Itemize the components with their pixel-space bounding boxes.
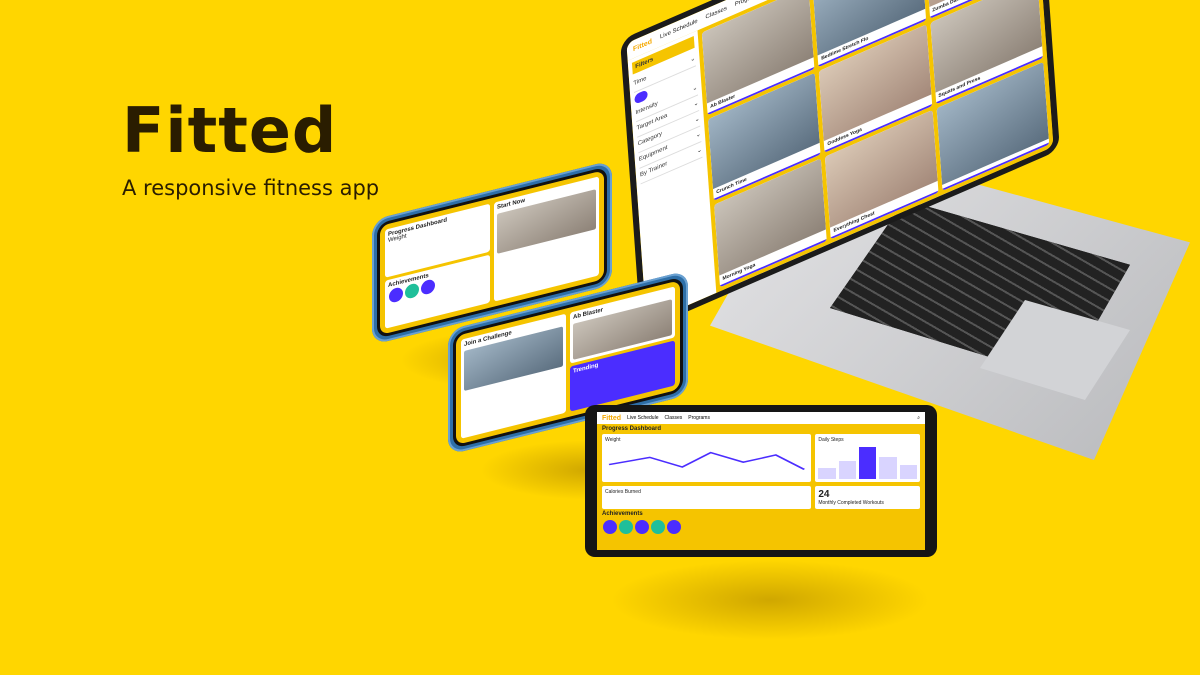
brand-title: Fitted (122, 94, 338, 167)
search-icon[interactable]: ⌕ (917, 415, 920, 421)
tablet-shadow (610, 560, 930, 640)
challenge-card[interactable]: Join a Challenge (461, 313, 566, 439)
steps-bar-chart (818, 443, 917, 479)
dashboard-title: Progress Dashboard (602, 426, 662, 432)
start-now-card[interactable]: Start Now (494, 176, 599, 302)
nav-classes[interactable]: Classes (664, 415, 682, 421)
workouts-widget[interactable]: 24 Monthly Completed Workouts (815, 486, 920, 509)
tablet-topbar: Fitted Live Schedule Classes Programs ⌕ (597, 412, 925, 424)
chevron-down-icon: ⌄ (693, 100, 699, 109)
laptop-device: Fitted Live Schedule Classes Programs Fi… (620, 0, 1200, 470)
chevron-down-icon: ⌄ (690, 55, 696, 64)
achievement-badges (597, 519, 925, 540)
chevron-down-icon: ⌄ (694, 115, 700, 124)
chevron-down-icon: ⌄ (695, 131, 702, 140)
calories-widget[interactable]: Calories Burned (602, 486, 812, 509)
chevron-down-icon: ⌄ (696, 146, 703, 155)
tablet-device: Fitted Live Schedule Classes Programs ⌕ … (585, 405, 937, 557)
brand-tagline: A responsive fitness app (122, 176, 380, 200)
hero: Fitted A responsive fitness app (122, 94, 380, 201)
weight-widget[interactable]: Weight (602, 434, 812, 482)
achievements-title: Achievements (602, 511, 643, 517)
app-logo[interactable]: Fitted (602, 415, 621, 422)
chevron-down-icon: ⌄ (692, 84, 698, 93)
nav-programs[interactable]: Programs (688, 415, 710, 421)
steps-widget[interactable]: Daily Steps (815, 434, 920, 482)
weight-line-chart (608, 451, 806, 470)
nav-live[interactable]: Live Schedule (627, 415, 658, 421)
